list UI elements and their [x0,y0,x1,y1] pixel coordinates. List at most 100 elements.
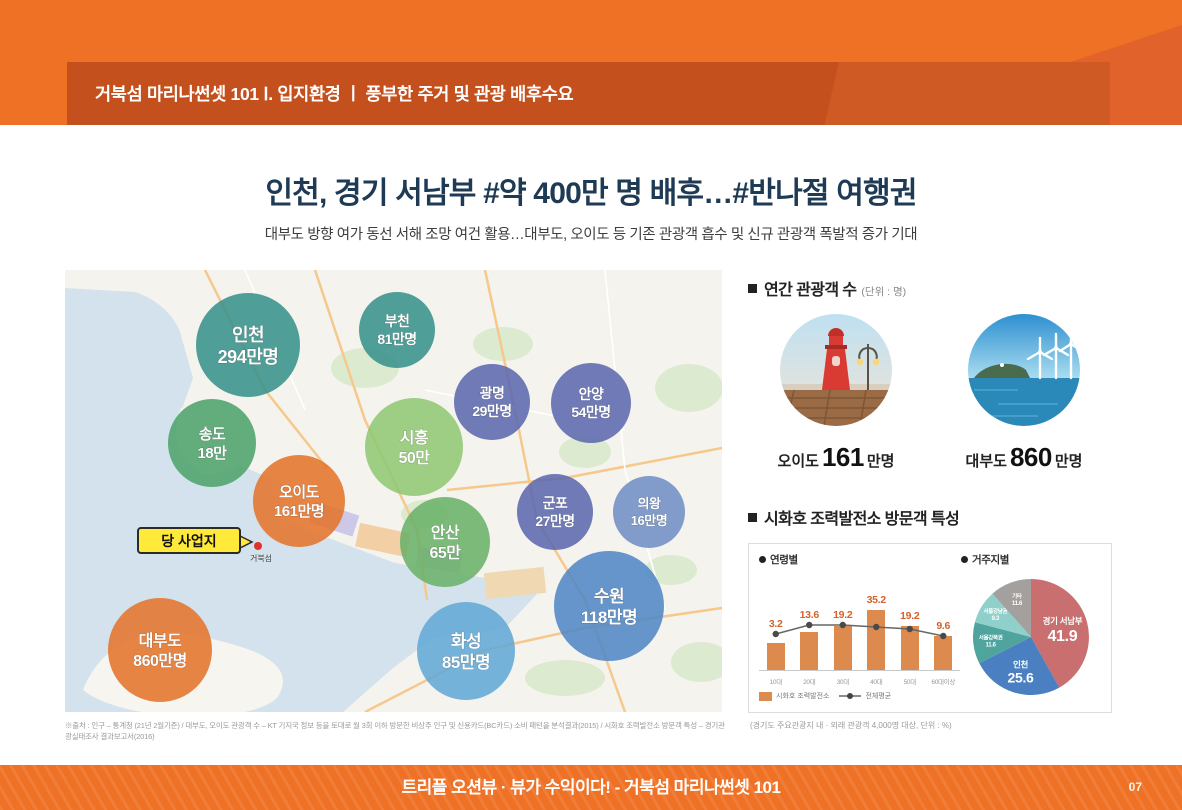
chart-footnote: (경기도 주요관광지 내 · 외래 관광객 4,000명 대상, 단위 : %) [750,721,952,730]
map-bubble-화성: 화성 85만명 [417,602,515,700]
bar [867,610,886,670]
map-bubble-광명: 광명 29만명 [454,364,530,440]
bubble-value: 54만명 [571,404,610,420]
bar-value-label: 13.6 [799,609,820,621]
map-source-footnote: ※출처 : 인구 – 통계청 (21년 2월기준) / 대부도, 오이도 관광객… [65,721,725,741]
bubble-name: 송도 [199,426,226,443]
bar-column-20대: 20대 13.6 [793,571,827,689]
presentation-slide: 거북섬 마리나썬셋 101 Ⅰ. 입지환경 ㅣ 풍부한 주거 및 관광 배후수요… [0,0,1182,810]
pie-slice-value: 11.6 [986,642,997,648]
map-bubble-군포: 군포 27만명 [517,474,593,550]
legend-item-bars: 시화호 조력발전소 [759,691,829,701]
bar-column-60대이상: 60대이상 9.6 [927,571,961,689]
footer-slogan: 트리플 오션뷰 · 뷰가 수익이다! - 거북섬 마리나썬셋 101 [401,778,781,797]
top-banner: 거북섬 마리나썬셋 101 Ⅰ. 입지환경 ㅣ 풍부한 주거 및 관광 배후수요 [0,0,1182,125]
square-bullet-icon [748,512,757,522]
daebudo-number: 860 [1009,442,1052,472]
bar-value-label: 35.2 [866,594,887,606]
daebudo-caption: 대부도 860 만명 [938,442,1110,473]
bar-column-40대: 40대 35.2 [860,571,894,689]
map-bubble-안양: 안양 54만명 [551,363,631,443]
oido-photo [780,314,892,426]
site-label-text: 당 사업지 [161,533,216,549]
bar [766,643,785,670]
legend-line-icon [839,692,862,700]
x-axis-label: 10대 [769,679,783,686]
slide-header-title: 거북섬 마리나썬셋 101 Ⅰ. 입지환경 ㅣ 풍부한 주거 및 관광 배후수요 [95,84,574,104]
pie-slice-value: 11.6 [1012,601,1023,607]
daebudo-photo [968,314,1080,426]
pie-slice-label: 서울강북권 [979,633,1003,641]
map-bubble-의왕: 의왕 16만명 [613,476,685,548]
bar [900,626,919,670]
oido-name: 오이도 [777,453,819,470]
right-column: 연간 관광객 수 (단위 : 명) 오이도 161 만명 대부도 860 만명 … [748,276,1112,746]
visitor-traits-heading-text: 시화호 조력발전소 방문객 특성 [764,511,960,528]
map-canvas: 인천294만명부천81만명광명29만명안양54만명송도18만시흥50만오이도16… [65,270,722,712]
bubble-value: 65만 [429,544,461,562]
oido-lighthouse-illustration [780,314,892,426]
bar-chart-legend: 시화호 조력발전소 전체평균 [759,691,961,701]
x-axis-label: 60대이상 [931,679,956,686]
bar-value-label: 3.2 [768,618,783,630]
map-bubble-수원: 수원 118만명 [554,551,664,661]
bar-value-label: 9.6 [936,620,951,632]
tourist-photos: 오이도 161 만명 대부도 860 만명 [748,314,1112,473]
bar [833,626,852,670]
annual-tourists-heading-text: 연간 관광객 수 [764,282,857,299]
bubble-value: 29만명 [472,403,511,419]
bubble-name: 시흥 [400,428,429,447]
x-axis-label: 50대 [903,679,917,686]
bubble-name: 의왕 [638,496,661,511]
residence-pie-chart: 거주지별 경기 서남부 41.9 인천 25.6 서울강북권 11.6 서울강남권 9.3 기타… [961,552,1101,706]
oido-number: 161 [821,442,864,472]
bubble-value: 27만명 [535,513,574,529]
pie-slice-label: 서울강남권 [983,607,1007,615]
bar [800,632,819,670]
map-bubble-오이도: 오이도161만명 [253,455,345,547]
bubble-value: 860만명 [133,652,187,670]
bubble-value: 294만명 [218,347,279,367]
bubble-name: 수원 [594,587,624,606]
pie-slice-value: 41.9 [1047,628,1077,645]
bar-column-30대: 30대 19.2 [826,571,860,689]
bubble-value: 118만명 [581,608,637,627]
bar-plot-area: 10대 3.2 20대 13.6 30대 19.2 40대 35.2 50대 19.2 60대이상 9… [759,571,960,689]
annual-tourists-heading: 연간 관광객 수 (단위 : 명) [748,276,906,300]
pie-chart-title-text: 거주지별 [972,554,1010,566]
annual-tourists-unit: (단위 : 명) [861,286,907,298]
bubble-name: 군포 [543,495,568,511]
map-bubble-시흥: 시흥 50만 [365,398,463,496]
bubble-name: 안산 [431,524,460,542]
map-bubble-대부도: 대부도 860만명 [108,598,212,702]
daebudo-turbines-illustration [968,314,1080,426]
bubble-value: 16만명 [631,513,667,528]
pie-slice-value: 9.3 [992,616,1000,622]
oido-figure: 오이도 161 만명 [750,314,922,473]
square-bullet-icon [748,283,757,293]
bubble-name: 화성 [451,632,481,651]
bar-column-50대: 50대 19.2 [893,571,927,689]
bar-value-label: 19.2 [833,609,853,621]
legend-item-line: 전체평균 [839,691,891,701]
dot-bullet-icon [961,556,968,563]
daebudo-name: 대부도 [965,453,1007,470]
visitor-charts-panel: 연령별 10대 3.2 20대 13.6 30대 19.2 40대 35.2 50대 19.2 60… [748,543,1112,713]
visitor-traits-heading: 시화호 조력발전소 방문객 특성 [748,505,960,529]
pie-chart-title: 거주지별 [961,552,1101,567]
pie-canvas: 경기 서남부41.9인천25.6서울강북권11.6서울강남권9.3기타11.6 [972,579,1089,695]
bar [934,636,953,670]
age-chart-title-text: 연령별 [770,554,798,566]
red-dot-icon [254,542,262,550]
pie-slice-value: 25.6 [1008,669,1035,685]
bar-column-10대: 10대 3.2 [759,571,793,689]
legend-swatch-icon [759,691,772,701]
legend-bars-label: 시화호 조력발전소 [776,693,830,700]
bubble-value: 161만명 [274,502,324,520]
region-map: 인천 294만명 부천 81만명 광명 29만명 안양 54만명 송도 18만 시흥 50만 오이도 16… [65,270,722,712]
pie-slice-label: 경기 서남부 [1043,616,1083,626]
site-point-name: 거북섬 [250,553,272,563]
bubble-name: 오이도 [279,484,320,501]
map-bubble-안산: 안산 65만 [400,497,490,587]
age-chart-title: 연령별 [759,552,961,567]
